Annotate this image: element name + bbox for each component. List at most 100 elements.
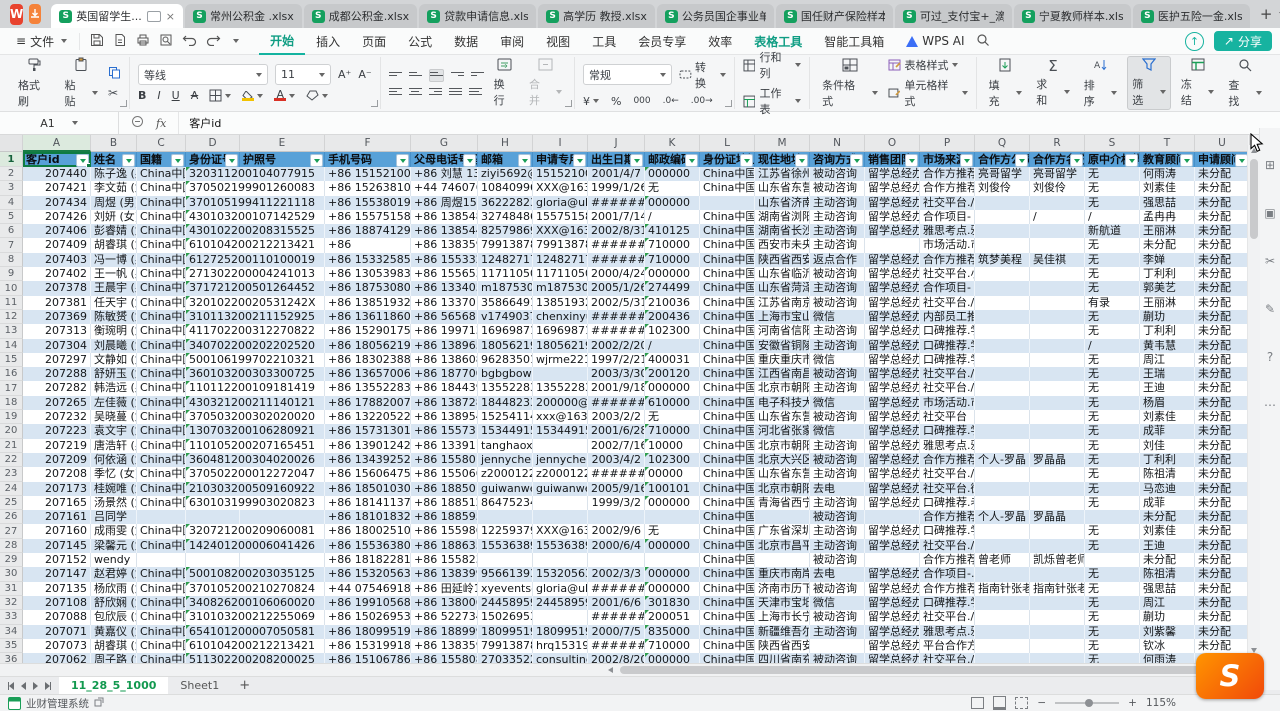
- cell-L9[interactable]: China中国: [700, 267, 755, 281]
- cell-G19[interactable]: +86 13895468251: [411, 410, 478, 424]
- cell-L10[interactable]: China中国: [700, 281, 755, 295]
- cell-P4[interactable]: 社交平台./: [920, 196, 975, 210]
- cell-M19[interactable]: 山东省东营: [755, 410, 810, 424]
- cell-G13[interactable]: +86 19971300890: [411, 324, 478, 338]
- cell-S21[interactable]: 无: [1085, 439, 1140, 453]
- cell-R36[interactable]: [1030, 653, 1085, 663]
- cell-I21[interactable]: [533, 439, 588, 453]
- cell-L20[interactable]: China中国: [700, 424, 755, 438]
- header-cell-A[interactable]: 客户id: [23, 152, 91, 167]
- cell-G21[interactable]: +86 13391129694: [411, 439, 478, 453]
- cell-O6[interactable]: 留学总经办: [865, 224, 920, 238]
- cell-P25[interactable]: 口碑推荐.老: [920, 496, 975, 510]
- cell-G35[interactable]: +86 13835925706: [411, 639, 478, 653]
- row-number[interactable]: 3: [0, 181, 23, 195]
- cell-T32[interactable]: 周江: [1140, 596, 1195, 610]
- font-family-select[interactable]: 等线: [138, 64, 268, 85]
- cell-O9[interactable]: 留学总经办: [865, 267, 920, 281]
- cell-M15[interactable]: 重庆重庆市: [755, 353, 810, 367]
- cell-U4[interactable]: 未分配: [1195, 196, 1248, 210]
- cell-K32[interactable]: 301830: [645, 596, 700, 610]
- cell-S16[interactable]: 无: [1085, 367, 1140, 381]
- worksheet-button[interactable]: 工作表: [743, 85, 801, 117]
- next-sheet-icon[interactable]: [33, 682, 38, 690]
- cell-P36[interactable]: 社交平台./: [920, 653, 975, 663]
- row-number[interactable]: 12: [0, 310, 23, 324]
- cell-U30[interactable]: 未分配: [1195, 567, 1248, 581]
- cell-T6[interactable]: 王丽淋: [1140, 224, 1195, 238]
- cell-D29[interactable]: [186, 553, 240, 567]
- cell-I5[interactable]: 155751588: [533, 210, 588, 224]
- file-tab[interactable]: S英国留学生...×: [51, 4, 183, 28]
- cell-J6[interactable]: 2002/8/31: [588, 224, 645, 238]
- cell-G22[interactable]: +86 15580156591: [411, 453, 478, 467]
- cell-M6[interactable]: 湖南省长沙: [755, 224, 810, 238]
- cell-U26[interactable]: 未分配: [1195, 510, 1248, 524]
- wps-ai-menu[interactable]: WPS AI: [895, 28, 975, 54]
- cell-Q32[interactable]: [975, 596, 1030, 610]
- cell-C20[interactable]: China中国: [137, 424, 186, 438]
- row-number[interactable]: 28: [0, 539, 23, 553]
- row-number[interactable]: 32: [0, 596, 23, 610]
- row-number[interactable]: 6: [0, 224, 23, 238]
- cell-T35[interactable]: 钦冰: [1140, 639, 1195, 653]
- cell-B6[interactable]: 彭睿婧 (女: [91, 224, 137, 238]
- cell-B3[interactable]: 李文茹 (女: [91, 181, 137, 195]
- cell-G26[interactable]: +86 18859518772: [411, 510, 478, 524]
- cell-I15[interactable]: wjrme221@: [533, 353, 588, 367]
- cell-D31[interactable]: 370105200210270824: [186, 582, 240, 596]
- print-preview-icon[interactable]: [159, 33, 173, 50]
- cell-A18[interactable]: 207265: [23, 396, 91, 410]
- search-icon[interactable]: [976, 33, 990, 50]
- cell-T4[interactable]: 强思喆: [1140, 196, 1195, 210]
- cell-N6[interactable]: 主动咨询: [810, 224, 865, 238]
- cell-I31[interactable]: gloria@uk: [533, 582, 588, 596]
- cell-F32[interactable]: +86 19910568: [325, 596, 411, 610]
- decrease-indent-icon[interactable]: [451, 70, 464, 81]
- cell-B18[interactable]: 左佳薇 (女: [91, 396, 137, 410]
- cell-D30[interactable]: 500108200203035125: [186, 567, 240, 581]
- cell-N19[interactable]: 被动咨询: [810, 410, 865, 424]
- cell-J10[interactable]: 2005/1/26: [588, 281, 645, 295]
- cell-G33[interactable]: +86 522734062: [411, 610, 478, 624]
- cell-F33[interactable]: +86 15026953: [325, 610, 411, 624]
- cell-Q22[interactable]: 个人-罗晶: [975, 453, 1030, 467]
- row-number[interactable]: 14: [0, 339, 23, 353]
- cell-B20[interactable]: 袁文宇 (女: [91, 424, 137, 438]
- cell-O8[interactable]: 留学总经办: [865, 253, 920, 267]
- cell-M8[interactable]: 陕西省西安: [755, 253, 810, 267]
- cell-D4[interactable]: 370105199411221118: [186, 196, 240, 210]
- row-number[interactable]: 23: [0, 467, 23, 481]
- row-number[interactable]: 34: [0, 625, 23, 639]
- cell-S22[interactable]: 无: [1085, 453, 1140, 467]
- cut-icon[interactable]: ✂: [108, 86, 121, 100]
- cell-O23[interactable]: 留学总经办: [865, 467, 920, 481]
- cell-A25[interactable]: 207165: [23, 496, 91, 510]
- cell-J32[interactable]: 2001/6/6: [588, 596, 645, 610]
- cell-H29[interactable]: [478, 553, 533, 567]
- cell-G14[interactable]: +86 13896522100: [411, 339, 478, 353]
- cell-T22[interactable]: 丁利利: [1140, 453, 1195, 467]
- cell-K14[interactable]: /: [645, 339, 700, 353]
- cell-R35[interactable]: [1030, 639, 1085, 653]
- zoom-level[interactable]: 115%: [1146, 697, 1176, 709]
- cell-M29[interactable]: [755, 553, 810, 567]
- cell-A32[interactable]: 207108: [23, 596, 91, 610]
- file-tab[interactable]: S可过_支付宝+_滴...: [895, 4, 1012, 28]
- cell-I26[interactable]: [533, 510, 588, 524]
- cell-R34[interactable]: [1030, 625, 1085, 639]
- cell-C5[interactable]: China中国: [137, 210, 186, 224]
- cell-A19[interactable]: 207232: [23, 410, 91, 424]
- cell-O19[interactable]: 留学总经办: [865, 410, 920, 424]
- print-icon[interactable]: [136, 33, 150, 50]
- cell-B30[interactable]: 赵君婷 (女: [91, 567, 137, 581]
- filter-dropdown-icon[interactable]: [1015, 154, 1028, 167]
- cell-T20[interactable]: 成菲: [1140, 424, 1195, 438]
- cell-K8[interactable]: 710000: [645, 253, 700, 267]
- file-tab[interactable]: S成都公积金.xlsx: [304, 4, 417, 28]
- row-number[interactable]: 27: [0, 524, 23, 538]
- cell-C7[interactable]: China中国: [137, 238, 186, 252]
- cell-T33[interactable]: 蒯玏: [1140, 610, 1195, 624]
- cell-U31[interactable]: 未分配: [1195, 582, 1248, 596]
- cell-P11[interactable]: 社交平台./: [920, 296, 975, 310]
